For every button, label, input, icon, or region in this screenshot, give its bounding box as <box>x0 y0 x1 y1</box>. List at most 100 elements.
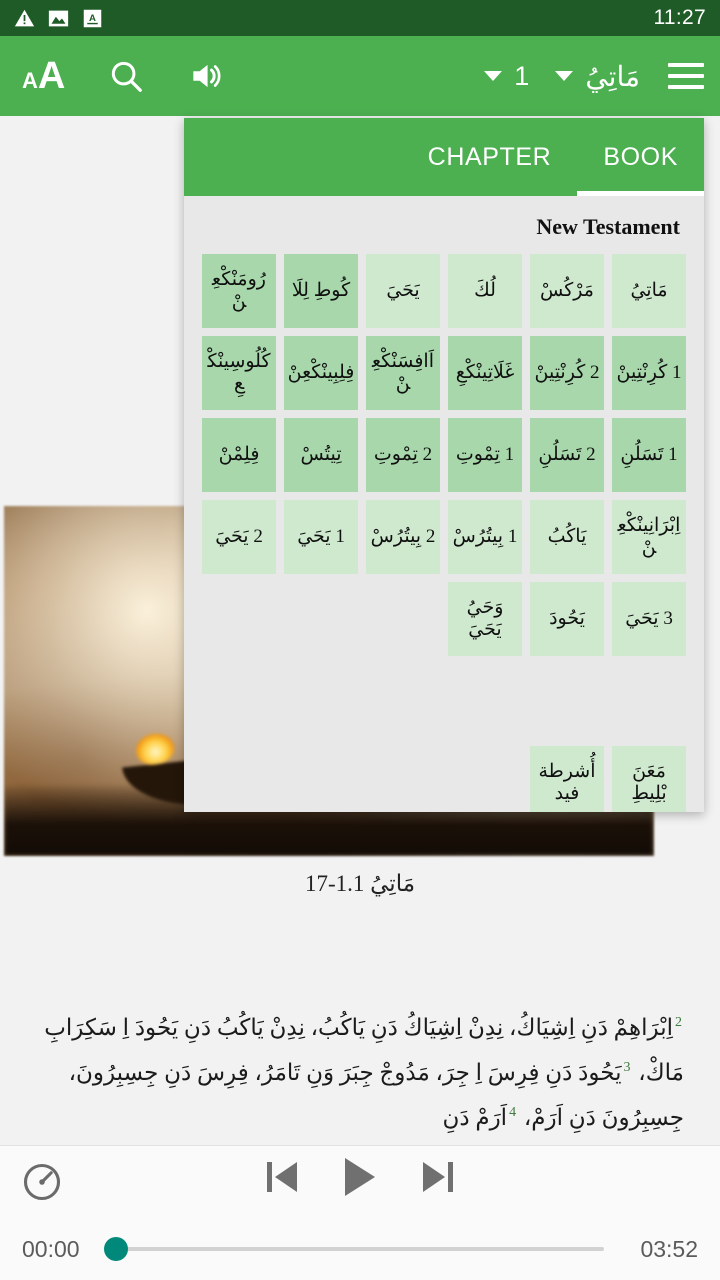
prev-icon-bar <box>267 1162 272 1192</box>
book-cell[interactable]: 2 تِمْوتِ <box>366 418 440 492</box>
book-cell[interactable]: كُوطِ لِلَا <box>284 254 358 328</box>
book-cell-empty <box>366 664 440 738</box>
book-cell[interactable]: غَلَاتِينْكْعِ <box>448 336 522 410</box>
book-cell[interactable]: اِبْرَانِينْكْعِنْ <box>612 500 686 574</box>
page-body: مَاتِيُ 1.1-17 2اِبْرَاهِمْ دَنِ اِشِيَا… <box>0 116 720 1280</box>
verse-text-block: 2اِبْرَاهِمْ دَنِ اِشِيَاكُ، نِدِنْ اِشِ… <box>0 1006 720 1134</box>
toolbar-left-actions: AA <box>22 57 225 95</box>
book-cell-empty <box>530 664 604 738</box>
status-bar-clock: 11:27 <box>653 6 706 29</box>
book-cell-empty <box>284 664 358 738</box>
book-selector[interactable]: مَاتِيُ <box>555 60 640 93</box>
book-cell[interactable]: 1 كُرِنْتِينْ <box>612 336 686 410</box>
play-button[interactable] <box>345 1158 375 1196</box>
audio-player-bar: 00:00 03:52 <box>0 1145 720 1280</box>
book-cell[interactable]: فِلِمْنْ <box>202 418 276 492</box>
next-track-button[interactable] <box>423 1162 453 1192</box>
font-a-icon: A <box>83 9 102 27</box>
font-size-small-a: A <box>22 68 38 93</box>
book-cell[interactable]: 2 بِيتُرُسْ <box>366 500 440 574</box>
book-cell[interactable]: 3 يَحَيَ <box>612 582 686 656</box>
audio-speaker-icon[interactable] <box>187 57 225 95</box>
image-icon <box>48 10 69 26</box>
book-cell[interactable]: 1 يَحَيَ <box>284 500 358 574</box>
verse-body: يَحُودَ دَنِ فِرِسَ اِ جِرَ، مَدُوجْ جِب… <box>68 1059 684 1130</box>
next-icon-triangle <box>423 1162 445 1192</box>
tab-chapter[interactable]: CHAPTER <box>402 118 578 196</box>
font-size-big-a: A <box>37 55 66 97</box>
seek-slider[interactable] <box>104 1237 604 1261</box>
status-bar: A 11:27 <box>0 0 720 36</box>
book-cell[interactable]: 2 كُرِنْتِينْ <box>530 336 604 410</box>
book-cell[interactable]: اَافِسَنْكْعِنْ <box>366 336 440 410</box>
menu-icon-bar <box>668 74 704 78</box>
verse-number: 4 <box>509 1105 517 1121</box>
book-cell[interactable]: تِيتُسْ <box>284 418 358 492</box>
book-grid: مَاتِيُ مَرْكُسْ لُكَ يَحَيَ كُوطِ لِلَا رُوم… <box>202 254 686 812</box>
book-cell[interactable]: 1 تِمْوتِ <box>448 418 522 492</box>
book-cell-empty <box>366 582 440 656</box>
book-cell-empty <box>284 582 358 656</box>
transport-controls <box>0 1158 720 1196</box>
speaker-glyph <box>193 64 221 88</box>
book-chapter-picker-panel: CHAPTER BOOK New Testament مَاتِيُ مَرْكُ… <box>184 118 704 812</box>
chapter-selector-value: 1 <box>514 60 530 91</box>
picker-body: New Testament مَاتِيُ مَرْكُسْ لُكَ يَحَيَ ك… <box>184 196 704 812</box>
book-cell-empty <box>612 664 686 738</box>
total-time-label: 03:52 <box>640 1235 698 1262</box>
book-cell[interactable]: فِلِبِينْكْعِنْ <box>284 336 358 410</box>
picker-tabs: CHAPTER BOOK <box>184 118 704 196</box>
book-selector-value: مَاتِيُ <box>585 60 640 92</box>
book-cell[interactable]: 1 بِيتُرُسْ <box>448 500 522 574</box>
font-size-icon[interactable]: AA <box>22 57 65 95</box>
svg-text:A: A <box>89 13 96 24</box>
chapter-selector[interactable]: 1 <box>484 61 529 92</box>
search-icon[interactable] <box>107 57 145 95</box>
search-glyph <box>112 61 143 92</box>
book-cell-empty <box>202 582 276 656</box>
menu-icon-bar <box>668 85 704 89</box>
book-cell[interactable]: لُكَ <box>448 254 522 328</box>
verse-body: اَرَمْ دَنِ <box>442 1104 508 1130</box>
chevron-down-icon <box>484 71 503 81</box>
book-cell[interactable]: وَحَيُ يَحَيَ <box>448 582 522 656</box>
book-cell[interactable]: أُشرطة فيد <box>530 746 604 812</box>
previous-track-button[interactable] <box>267 1162 297 1192</box>
menu-icon[interactable] <box>668 63 704 89</box>
current-time-label: 00:00 <box>22 1235 80 1262</box>
verse-clip: 2اِبْرَاهِمْ دَنِ اِشِيَاكُ، نِدِنْ اِشِ… <box>36 1006 684 1134</box>
verse-number: 3 <box>623 1060 631 1076</box>
book-cell[interactable]: يَحَيَ <box>366 254 440 328</box>
next-icon-bar <box>448 1162 453 1192</box>
chevron-down-icon <box>555 71 574 81</box>
app-toolbar: AA 1 مَاتِيُ <box>0 36 720 116</box>
warning-triangle-icon <box>14 9 35 26</box>
book-cell-empty <box>202 746 276 812</box>
app-root: A 11:27 AA 1 مَاتِيُ مَاتِيُ 1.1-17 2اِب… <box>0 0 720 1280</box>
book-cell[interactable]: مَعَنَ بْلِيطِ <box>612 746 686 812</box>
verse-paragraph: 2اِبْرَاهِمْ دَنِ اِشِيَاكُ، نِدِنْ اِشِ… <box>44 1015 684 1130</box>
book-cell-empty <box>284 746 358 812</box>
book-cell-empty <box>448 664 522 738</box>
book-cell[interactable]: مَاتِيُ <box>612 254 686 328</box>
book-cell-empty <box>448 746 522 812</box>
book-cell[interactable]: يَاكُبُ <box>530 500 604 574</box>
book-cell[interactable]: رُومَنْكْعِنْ <box>202 254 276 328</box>
tab-book[interactable]: BOOK <box>577 118 704 196</box>
menu-icon-bar <box>668 63 704 67</box>
book-cell[interactable]: يَحُودَ <box>530 582 604 656</box>
seek-slider-thumb[interactable] <box>104 1237 128 1261</box>
book-cell[interactable]: 2 يَحَيَ <box>202 500 276 574</box>
testament-heading: New Testament <box>536 214 680 239</box>
book-cell[interactable]: كُلُوسِينْكْعِ <box>202 336 276 410</box>
player-controls <box>0 1146 720 1224</box>
book-cell[interactable]: 2 تَسَلُنِ <box>530 418 604 492</box>
book-cell[interactable]: مَرْكُسْ <box>530 254 604 328</box>
status-bar-icons: A <box>14 8 103 29</box>
verse-number: 2 <box>675 1015 682 1031</box>
book-cell-empty <box>366 746 440 812</box>
prev-icon-triangle <box>275 1162 297 1192</box>
book-cell[interactable]: 1 تَسَلُنِ <box>612 418 686 492</box>
seek-row: 00:00 03:52 <box>0 1224 720 1274</box>
illustration-caption: مَاتِيُ 1.1-17 <box>304 871 416 896</box>
